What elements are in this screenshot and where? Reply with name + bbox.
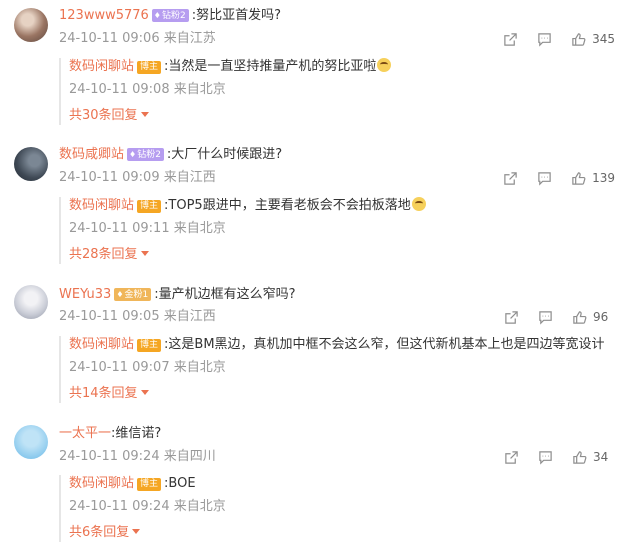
- diamond-icon: ♦: [129, 150, 137, 159]
- thumbs-up-icon[interactable]: [569, 169, 587, 187]
- fan-badge[interactable]: ♦钻粉2: [151, 9, 189, 22]
- thumbs-up-icon[interactable]: [570, 308, 588, 326]
- reply-meta: 24-10-11 09:24 来自北京: [69, 499, 226, 514]
- comment-meta: 24-10-11 09:24 来自四川: [59, 449, 216, 464]
- comment-icon[interactable]: [535, 30, 553, 48]
- comment-meta: 24-10-11 09:05 来自江西: [59, 309, 216, 324]
- username-link[interactable]: 一太平一: [59, 426, 111, 441]
- comment-meta: 24-10-11 09:06 来自江苏: [59, 31, 216, 46]
- author-badge: 博主: [137, 200, 162, 213]
- reply-text: :BOE: [164, 476, 196, 491]
- share-icon[interactable]: [502, 448, 520, 466]
- reply-text: :这是BM黑边，真机加中框不会这么窄，但这代新机基本上也是四边等宽设计: [164, 337, 605, 352]
- laugh-emoji: [377, 58, 392, 72]
- caret-down-icon: [140, 390, 149, 395]
- reply-block: 数码闲聊站 博主:BOE 24-10-11 09:24 来自北京 共6条回复: [59, 475, 619, 542]
- comment-icon[interactable]: [536, 448, 554, 466]
- avatar[interactable]: [14, 147, 48, 181]
- avatar[interactable]: [14, 425, 48, 459]
- share-icon[interactable]: [501, 30, 519, 48]
- comment-text: :大厂什么时候跟进?: [166, 147, 283, 162]
- like-count: 139: [592, 171, 615, 185]
- comment-text: :维信诺?: [111, 426, 162, 441]
- fan-badge[interactable]: ♦钻粉2: [127, 148, 164, 161]
- caret-down-icon: [132, 529, 141, 534]
- caret-down-icon: [140, 251, 149, 256]
- comment-icon[interactable]: [535, 169, 553, 187]
- more-replies-link[interactable]: 共6条回复: [69, 524, 619, 542]
- share-icon[interactable]: [501, 169, 519, 187]
- username-link[interactable]: 数码咸卿站: [59, 147, 124, 162]
- reply-text: :当然是一直坚持推量产机的努比亚啦: [164, 59, 377, 74]
- diamond-icon: ♦: [116, 290, 124, 299]
- comment-actions: 96: [486, 308, 615, 326]
- comment-actions: 345: [485, 30, 615, 48]
- avatar[interactable]: [14, 285, 48, 319]
- thumbs-up-icon[interactable]: [570, 448, 588, 466]
- username-link[interactable]: WEYu33: [59, 287, 111, 302]
- reply-block: 数码闲聊站 博主:TOP5跟进中，主要看老板会不会拍板落地 24-10-11 09…: [59, 197, 619, 264]
- comment-actions: 139: [485, 169, 615, 187]
- reply-block: 数码闲聊站 博主:当然是一直坚持推量产机的努比亚啦 24-10-11 09:08 …: [59, 58, 619, 125]
- reply-block: 数码闲聊站 博主:这是BM黑边，真机加中框不会这么窄，但这代新机基本上也是四边等宽…: [59, 336, 619, 403]
- author-badge: 博主: [137, 339, 162, 352]
- reply-meta: 24-10-11 09:08 来自北京: [69, 82, 226, 97]
- comment-text: :量产机边框有这么窄吗?: [154, 287, 296, 302]
- reply-text: :TOP5跟进中，主要看老板会不会拍板落地: [164, 198, 411, 213]
- like-count: 96: [593, 310, 609, 324]
- reply-username-link[interactable]: 数码闲聊站: [69, 59, 134, 74]
- like-count: 345: [592, 32, 615, 46]
- avatar[interactable]: [14, 8, 48, 42]
- comment-icon[interactable]: [536, 308, 554, 326]
- reply-meta: 24-10-11 09:07 来自北京: [69, 360, 226, 375]
- author-badge: 博主: [137, 478, 162, 491]
- comment-text: :努比亚首发吗?: [191, 8, 281, 23]
- reply-meta: 24-10-11 09:11 来自北京: [69, 221, 226, 236]
- username-link[interactable]: 123www5776: [59, 8, 149, 23]
- reply-username-link[interactable]: 数码闲聊站: [69, 337, 134, 352]
- thumbs-up-icon[interactable]: [569, 30, 587, 48]
- grin-emoji: [411, 197, 426, 211]
- more-replies-link[interactable]: 共14条回复: [69, 385, 619, 403]
- more-replies-link[interactable]: 共30条回复: [69, 107, 619, 125]
- comment-actions: 34: [486, 448, 615, 466]
- reply-username-link[interactable]: 数码闲聊站: [69, 476, 134, 491]
- comment-meta: 24-10-11 09:09 来自江西: [59, 170, 216, 185]
- like-count: 34: [593, 450, 609, 464]
- more-replies-link[interactable]: 共28条回复: [69, 246, 619, 264]
- author-badge: 博主: [137, 61, 162, 74]
- share-icon[interactable]: [502, 308, 520, 326]
- fan-badge[interactable]: ♦金粉1: [114, 288, 152, 301]
- reply-username-link[interactable]: 数码闲聊站: [69, 198, 134, 213]
- diamond-icon: ♦: [153, 11, 161, 20]
- caret-down-icon: [140, 112, 149, 117]
